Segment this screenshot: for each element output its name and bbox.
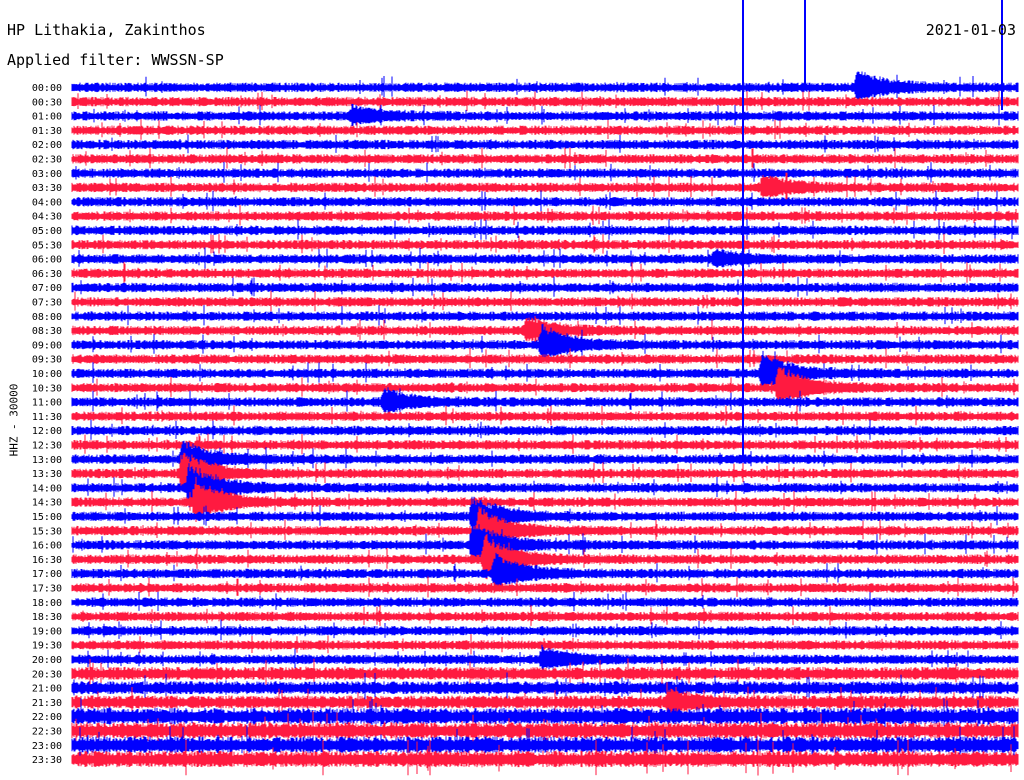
row-time-label: 14:00: [32, 483, 62, 494]
trace-row-0300: [71, 161, 1019, 183]
row-time-label: 22:00: [32, 712, 62, 723]
trace-row-1900: [71, 619, 1019, 641]
row-time-label: 11:00: [32, 398, 62, 409]
row-time-label: 08:30: [32, 326, 62, 337]
trace-row-1230: [71, 433, 1019, 455]
trace-row-0600: [71, 247, 1019, 269]
row-time-label: 11:30: [32, 412, 62, 423]
row-time-label: 20:30: [32, 669, 62, 680]
y-axis-label: HHZ - 30000: [7, 383, 21, 457]
row-time-label: 03:00: [32, 169, 62, 180]
row-time-label: 06:00: [32, 255, 62, 266]
row-time-label: 15:30: [32, 526, 62, 537]
station-title: HP Lithakia, Zakinthos: [7, 21, 206, 39]
date-label: 2021-01-03: [925, 21, 1016, 39]
row-time-label: 13:30: [32, 469, 62, 480]
row-time-label: 17:00: [32, 569, 62, 580]
trace-row-0430: [71, 205, 1019, 226]
row-time-label: 07:00: [32, 283, 62, 294]
row-time-label: 01:00: [32, 112, 62, 123]
row-time-label: 00:30: [32, 97, 62, 108]
row-time-label: 02:00: [32, 140, 62, 151]
trace-row-0000: [71, 71, 1019, 101]
row-time-label: 10:00: [32, 369, 62, 380]
trace-row-1830: [71, 605, 1019, 626]
trace-row-1730: [71, 576, 1019, 598]
row-time-label: 07:30: [32, 298, 62, 309]
trace-row-0200: [71, 134, 1019, 154]
row-time-label: 04:30: [32, 212, 62, 223]
row-time-label: 19:00: [32, 626, 62, 637]
trace-group: [71, 0, 1019, 776]
row-time-label: 12:00: [32, 426, 62, 437]
row-time-label: 09:00: [32, 340, 62, 351]
row-time-label: 19:30: [32, 641, 62, 652]
helicorder-chart: 00:00 00:30 01:00 01:30 02:00 02:30 03:00 03:30…: [32, 0, 1019, 776]
filter-label: Applied filter: WWSSN-SP: [7, 51, 224, 69]
row-time-label: 21:30: [32, 698, 62, 709]
row-time-label: 16:30: [32, 555, 62, 566]
trace-row-0100: [71, 103, 1019, 127]
trace-row-0800: [71, 305, 1019, 326]
row-time-label: 18:00: [32, 598, 62, 609]
trace-row-0530: [71, 233, 1019, 254]
row-time-label: 23:30: [32, 755, 62, 766]
row-time-label: 08:00: [32, 312, 62, 323]
row-time-label: 00:00: [32, 83, 62, 94]
trace-row-1130: [71, 405, 1019, 426]
row-time-label: 04:00: [32, 197, 62, 208]
row-time-label: 22:30: [32, 727, 62, 738]
row-time-label: 05:30: [32, 240, 62, 251]
trace-row-0730: [71, 290, 1019, 312]
row-time-label: 20:00: [32, 655, 62, 666]
row-time-label: 21:00: [32, 684, 62, 695]
row-time-label: 10:30: [32, 383, 62, 394]
row-time-label: 12:30: [32, 441, 62, 452]
trace-row-0400: [71, 190, 1019, 212]
row-time-label: 02:30: [32, 155, 62, 166]
trace-row-0700: [71, 276, 1019, 297]
row-time-label: 03:30: [32, 183, 62, 194]
row-time-label: 01:30: [32, 126, 62, 137]
row-time-label: 16:00: [32, 541, 62, 552]
trace-row-0230: [71, 147, 1019, 169]
row-time-label: 14:30: [32, 498, 62, 509]
row-time-label: 17:30: [32, 584, 62, 595]
trace-row-1200: [71, 419, 1019, 440]
row-time-label: 13:00: [32, 455, 62, 466]
row-time-label: 18:30: [32, 612, 62, 623]
row-time-label: 06:30: [32, 269, 62, 280]
row-time-label: 09:30: [32, 355, 62, 366]
trace-row-0500: [71, 219, 1019, 240]
trace-row-1800: [71, 591, 1019, 612]
row-time-label: 23:00: [32, 741, 62, 752]
row-time-label: 05:00: [32, 226, 62, 237]
trace-row-0130: [71, 119, 1019, 140]
row-time-label: 15:00: [32, 512, 62, 523]
